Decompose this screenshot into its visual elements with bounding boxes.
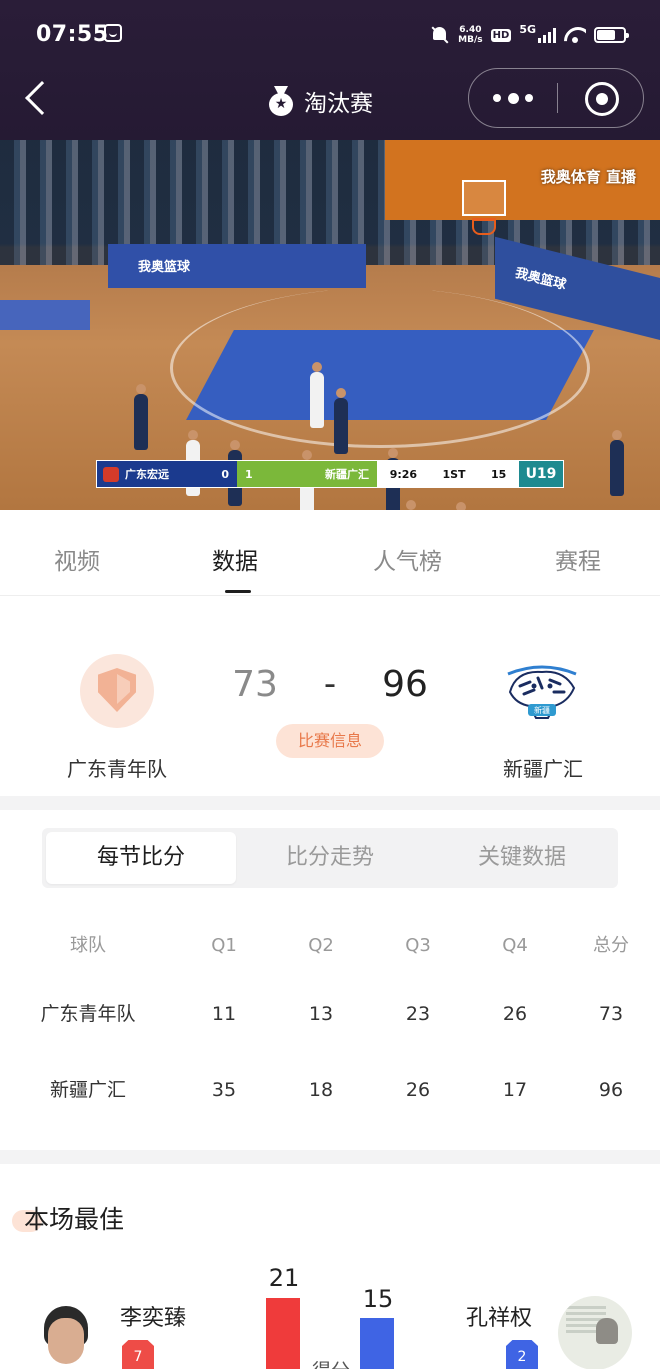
referee-figure (610, 430, 624, 496)
row-q1-score: 11 (211, 1003, 237, 1025)
court-paint-left (0, 300, 90, 330)
left-player-stat-value: 21 (268, 1264, 300, 1292)
scorebug-game-clock: 9:26 (389, 467, 418, 481)
stats-segmented-control: 每节比分 比分走势 关键数据 (42, 828, 618, 888)
row-total-score: 96 (598, 1079, 624, 1101)
tiger-logo-icon: 新疆 (507, 665, 577, 719)
scorebug-home: 广东宏远 0 (97, 461, 237, 487)
section-divider (0, 1150, 660, 1164)
court-ad-text-left: 我奥篮球 (138, 260, 191, 275)
home-team-logo (80, 654, 154, 728)
scorebug-away-team: 新疆广汇 (325, 468, 369, 481)
page-title: 淘汰赛 (304, 91, 373, 117)
shield-icon (98, 668, 136, 712)
score-summary: 广东青年队 73 - 96 比赛信息 新疆 新疆广汇 (0, 596, 660, 796)
stat-label: 得分 (306, 1356, 356, 1369)
left-player-name[interactable]: 李奕臻 (120, 1300, 186, 1332)
player-figure (334, 388, 348, 454)
scorebug-home-score: 0 (221, 467, 229, 481)
row-q3-score: 26 (405, 1079, 431, 1101)
row-team-name: 新疆广汇 (49, 1079, 126, 1101)
row-total-score: 73 (598, 1003, 624, 1025)
tv-scorebug: 广东宏远 0 1 新疆广汇 9:26 1ST 15 U19 (96, 460, 564, 488)
hd-badge: HD (490, 28, 512, 42)
row-q1-score: 35 (211, 1079, 237, 1101)
segment-key-stats[interactable]: 关键数据 (426, 828, 618, 888)
broadcast-watermark: 我奥体育 直播 (540, 168, 636, 186)
status-time: 07:55 (36, 22, 109, 47)
avatar[interactable] (40, 1304, 92, 1369)
active-tab-indicator (225, 590, 251, 593)
away-team-name: 新疆广汇 (503, 757, 583, 781)
app-notification-icon (104, 24, 122, 42)
scorebug-away-score: 1 (245, 467, 253, 481)
status-icons: 6.40 MB/s HD 5G (430, 22, 629, 48)
tab-video[interactable]: 视频 (54, 542, 100, 576)
column-header-q1: Q1 (211, 935, 237, 956)
jersey-icon: 7 (122, 1340, 154, 1369)
scorebug-period: 1ST (442, 467, 466, 481)
mute-bell-icon (430, 25, 450, 45)
row-q3-score: 23 (405, 1003, 431, 1025)
column-header-q2: Q2 (308, 935, 334, 956)
tab-popularity[interactable]: 人气榜 (373, 542, 442, 576)
scorebug-away: 1 新疆广汇 (237, 461, 377, 487)
segment-quarter-scores[interactable]: 每节比分 (46, 832, 236, 884)
row-team-name: 广东青年队 (40, 1003, 136, 1025)
home-score: 73 (232, 664, 278, 705)
match-info-button[interactable]: 比赛信息 (276, 724, 384, 758)
row-q4-score: 26 (502, 1003, 528, 1025)
table-row: 广东青年队 11 13 23 26 73 (0, 994, 660, 1034)
more-options-icon[interactable] (493, 87, 533, 109)
basketball-hoop (462, 180, 506, 235)
table-row: 新疆广汇 35 18 26 17 96 (0, 1070, 660, 1110)
column-header-q4: Q4 (502, 935, 528, 956)
home-team-name: 广东青年队 (67, 757, 167, 781)
best-player-title: 本场最佳 (24, 1205, 125, 1234)
network-speed: 6.40 MB/s (458, 25, 482, 45)
table-header-row: 球队 Q1 Q2 Q3 Q4 总分 (0, 926, 660, 966)
score-separator: - (323, 664, 337, 704)
right-player-stat-bar (360, 1318, 394, 1369)
right-player-name[interactable]: 孔祥权 (466, 1300, 532, 1332)
network-speed-value: 6.40 (459, 25, 482, 35)
page-header: 淘汰赛 (268, 84, 373, 118)
column-header-team: 球队 (70, 935, 106, 956)
scorebug-tag: U19 (519, 461, 563, 487)
signal-icon (538, 27, 556, 43)
content-tabs: 视频 数据 人气榜 赛程 (0, 510, 660, 596)
left-player-stat-bar (266, 1298, 300, 1369)
player-figure (310, 362, 324, 428)
scorebug-home-team: 广东宏远 (125, 468, 169, 481)
top-bar: 07:55 6.40 MB/s HD 5G 淘汰赛 (0, 0, 660, 140)
wifi-icon (564, 27, 586, 43)
back-icon[interactable] (25, 81, 59, 115)
video-player[interactable]: 我奥篮球 我奥篮球 我奥体育 直播 广东宏远 0 1 新疆广汇 9:26 1ST… (0, 140, 660, 510)
close-miniprogram-icon[interactable] (585, 82, 619, 116)
segment-score-trend[interactable]: 比分走势 (234, 828, 426, 888)
row-q2-score: 18 (308, 1079, 334, 1101)
tab-data[interactable]: 数据 (212, 542, 258, 576)
battery-icon (594, 27, 629, 43)
network-type: 5G (519, 22, 536, 36)
medal-icon (268, 86, 294, 116)
tiger-logo-text: 新疆 (534, 705, 550, 715)
jersey-icon: 2 (506, 1340, 538, 1369)
avatar[interactable] (558, 1296, 632, 1369)
section-divider (0, 796, 660, 810)
column-header-total: 总分 (593, 935, 629, 956)
away-score: 96 (382, 664, 428, 705)
court-three-point-line (170, 288, 590, 448)
referee-figure (134, 384, 148, 450)
network-speed-unit: MB/s (458, 35, 483, 45)
scorebug-clock: 9:26 1ST 15 (377, 461, 519, 487)
mini-program-capsule (468, 68, 644, 128)
row-q2-score: 13 (308, 1003, 334, 1025)
scorebug-shot-clock: 15 (490, 467, 507, 481)
capsule-divider (557, 83, 558, 113)
row-q4-score: 17 (502, 1079, 528, 1101)
column-header-q3: Q3 (405, 935, 431, 956)
tab-schedule[interactable]: 赛程 (555, 542, 601, 576)
right-player-stat-value: 15 (362, 1285, 394, 1313)
